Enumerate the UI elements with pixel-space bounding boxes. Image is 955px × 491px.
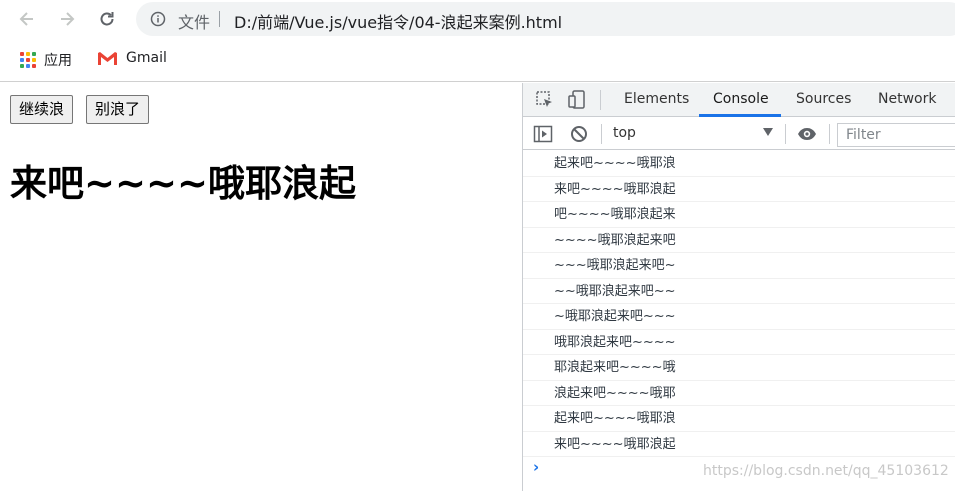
stop-button[interactable]: 别浪了 <box>86 95 150 124</box>
console-log-row: ~哦耶浪起来吧~~~ <box>523 304 955 330</box>
marquee-heading: 来吧~~~~哦耶浪起 <box>10 162 357 205</box>
console-log-row: 起来吧~~~~哦耶浪 <box>523 151 955 177</box>
arrow-left-icon <box>19 12 33 26</box>
inspect-element-icon[interactable] <box>535 90 555 110</box>
tab-network[interactable]: Network <box>878 91 936 107</box>
active-tab-indicator <box>699 114 781 117</box>
bookmarks-bar: 应用 Gmail <box>0 38 955 82</box>
watermark-text: https://blog.csdn.net/qq_45103612 <box>703 463 949 479</box>
console-log-row: 来吧~~~~哦耶浪起 <box>523 432 955 457</box>
page-viewport: 继续浪 别浪了 来吧~~~~哦耶浪起 <box>0 83 522 491</box>
console-log-row: 来吧~~~~哦耶浪起 <box>523 177 955 202</box>
url-text[interactable]: D:/前端/Vue.js/vue指令/04-浪起来案例.html <box>234 9 562 33</box>
console-toolbar: top <box>523 118 955 150</box>
bookmark-gmail[interactable]: Gmail <box>97 50 167 66</box>
toolbar-divider <box>601 124 602 144</box>
continue-button[interactable]: 继续浪 <box>10 95 74 124</box>
forward-button[interactable] <box>56 8 78 30</box>
console-log-row: 起来吧~~~~哦耶浪 <box>523 406 955 432</box>
filter-input[interactable] <box>837 123 955 147</box>
console-log-row: 哦耶浪起来吧~~~~ <box>523 330 955 355</box>
tab-console[interactable]: Console <box>713 91 769 107</box>
console-output: 起来吧~~~~哦耶浪 来吧~~~~哦耶浪起 吧~~~~哦耶浪起来 ~~~~哦耶浪… <box>523 151 955 491</box>
apps-grid-icon <box>20 52 36 68</box>
address-bar[interactable]: 文件 D:/前端/Vue.js/vue指令/04-浪起来案例.html <box>136 2 955 36</box>
omnibox-divider <box>219 11 220 27</box>
gmail-icon <box>98 51 117 65</box>
bookmark-apps[interactable]: 应用 <box>20 50 72 70</box>
info-icon[interactable] <box>150 11 166 27</box>
console-log-row: ~~哦耶浪起来吧~~ <box>523 279 955 304</box>
arrow-right-icon <box>61 12 75 26</box>
sidebar-toggle-icon[interactable] <box>533 124 553 144</box>
console-log-row: 吧~~~~哦耶浪起来 <box>523 202 955 228</box>
devtools-tabbar: Elements Console Sources Network <box>523 83 955 117</box>
file-scheme-label: 文件 <box>178 13 211 32</box>
bookmark-apps-label: 应用 <box>44 53 72 69</box>
clear-console-icon[interactable] <box>569 124 589 144</box>
bookmark-gmail-label: Gmail <box>126 50 167 66</box>
reload-icon <box>100 12 114 26</box>
tab-elements[interactable]: Elements <box>624 91 689 107</box>
tab-sources[interactable]: Sources <box>796 91 851 107</box>
back-button[interactable] <box>16 8 38 30</box>
device-toolbar-icon[interactable] <box>567 90 587 110</box>
devtools-panel: Elements Console Sources Network top 起来吧… <box>522 83 955 491</box>
console-log-row: ~~~哦耶浪起来吧~ <box>523 253 955 279</box>
eye-icon[interactable] <box>797 124 817 144</box>
chevron-down-icon[interactable] <box>763 128 773 136</box>
toolbar-divider-3 <box>829 124 830 144</box>
reload-button[interactable] <box>96 8 118 30</box>
context-selector[interactable]: top <box>613 125 636 141</box>
tabbar-divider <box>600 90 601 110</box>
console-log-row: 浪起来吧~~~~哦耶 <box>523 381 955 406</box>
console-prompt-icon[interactable]: › <box>533 458 539 476</box>
browser-toolbar: 文件 D:/前端/Vue.js/vue指令/04-浪起来案例.html <box>0 0 955 38</box>
console-log-row: 耶浪起来吧~~~~哦 <box>523 355 955 381</box>
console-log-row: ~~~~哦耶浪起来吧 <box>523 228 955 253</box>
toolbar-divider-2 <box>785 124 786 144</box>
